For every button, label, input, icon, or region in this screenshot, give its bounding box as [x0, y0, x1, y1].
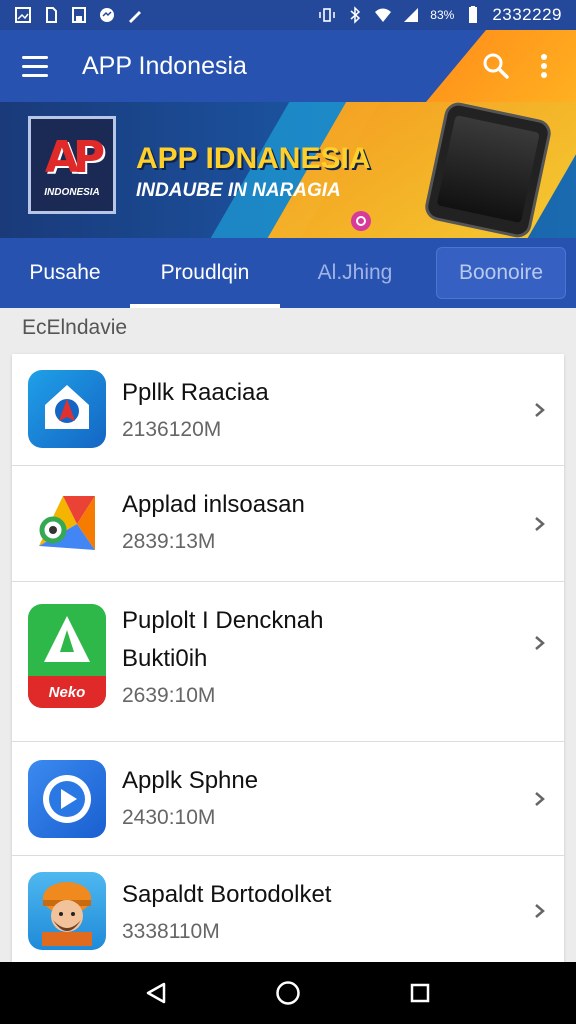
- hamburger-menu-button[interactable]: [0, 30, 70, 102]
- app-bar: APP Indonesia: [0, 30, 576, 102]
- section-title: EcElndavie: [22, 316, 128, 339]
- app-size: 3338110M: [122, 920, 220, 943]
- system-nav-bar: [0, 962, 576, 1024]
- app-name: Applk Sphne: [122, 767, 259, 794]
- list-item[interactable]: Neko Puplolt I Dencknah Bukti0ih 2639:10…: [12, 582, 564, 742]
- promo-banner[interactable]: AP INDONESIA APP IDNANESIA INDAUBE IN NA…: [0, 102, 576, 238]
- app-title: APP Indonesia: [82, 51, 247, 80]
- bluetooth-icon: [346, 6, 364, 24]
- item-text: Puplolt I Dencknah Bukti0ih 2639:10M: [122, 602, 323, 708]
- signal-pen-icon: [126, 6, 144, 24]
- battery-icon: [464, 6, 482, 24]
- list-item[interactable]: Sapaldt Bortodolket 3338110M: [12, 856, 564, 962]
- app-size: 2639:10M: [122, 684, 216, 707]
- status-clock: 2332229: [492, 5, 562, 24]
- status-right-icons: 83% 2332229: [318, 5, 562, 25]
- messenger-icon: [98, 6, 116, 24]
- tab-aljhing[interactable]: Al.Jhing: [280, 238, 430, 308]
- app-size: 2136120M: [122, 418, 222, 441]
- app-icon-raaciaa: [28, 370, 106, 448]
- search-icon: [483, 53, 509, 79]
- banner-logo: AP INDONESIA: [28, 116, 116, 214]
- cell-signal-icon: [402, 6, 420, 24]
- back-triangle-icon: [146, 982, 166, 1004]
- app-name: Puplolt I Dencknah: [122, 607, 324, 634]
- image-icon: [14, 6, 32, 24]
- tab-boonoire[interactable]: Boonoire: [436, 247, 566, 299]
- wifi-icon: [374, 6, 392, 24]
- list-item[interactable]: Applad inlsoasan 2839:13M: [12, 466, 564, 582]
- list-item[interactable]: Applk Sphne 2430:10M: [12, 742, 564, 856]
- chevron-right-icon: [535, 792, 545, 806]
- item-text: Applk Sphne 2430:10M: [122, 762, 258, 830]
- logo-mark: AP: [44, 132, 105, 183]
- banner-headline: APP IDNANESIA: [136, 142, 371, 175]
- app-name: Applad inlsoasan: [122, 491, 305, 518]
- chevron-right-icon: [535, 517, 545, 531]
- instagram-icon: [351, 211, 371, 231]
- chevron-right-icon: [535, 636, 545, 650]
- home-circle-icon: [276, 981, 300, 1005]
- app-icon-sphne: [28, 760, 106, 838]
- recents-square-icon: [410, 983, 430, 1003]
- sim-icon: [42, 6, 60, 24]
- nav-recents-button[interactable]: [400, 973, 440, 1013]
- status-left-icons: [14, 6, 144, 24]
- chevron-right-icon: [535, 904, 545, 918]
- save-icon: [70, 6, 88, 24]
- logo-text: INDONESIA: [44, 187, 100, 198]
- more-vert-icon: [541, 54, 547, 78]
- tab-bar: Pusahe Proudlqin Al.Jhing Boonoire: [0, 238, 576, 308]
- app-name: Ppllk Raaciaa: [122, 379, 269, 406]
- item-text: Sapaldt Bortodolket 3338110M: [122, 876, 331, 944]
- list-item[interactable]: Ppllk Raaciaa 2136120M: [12, 354, 564, 466]
- status-bar: 83% 2332229: [0, 0, 576, 30]
- item-text: Applad inlsoasan 2839:13M: [122, 486, 305, 554]
- app-size: 2430:10M: [122, 806, 216, 829]
- vibrate-icon: [318, 6, 336, 24]
- app-name: Sapaldt Bortodolket: [122, 881, 332, 908]
- app-icon-bortodolket: [28, 872, 106, 950]
- app-icon-label: Neko: [28, 676, 106, 708]
- app-icon-inlsoasan: [28, 485, 106, 563]
- tab-pusahe[interactable]: Pusahe: [0, 238, 130, 308]
- nav-home-button[interactable]: [268, 973, 308, 1013]
- chevron-right-icon: [535, 403, 545, 417]
- app-icon-dencknah: Neko: [28, 604, 106, 708]
- app-size: 2839:13M: [122, 530, 216, 553]
- tab-proudlqin[interactable]: Proudlqin: [130, 238, 280, 308]
- nav-back-button[interactable]: [136, 973, 176, 1013]
- hamburger-icon: [22, 53, 48, 80]
- app-name-line2: Bukti0ih: [122, 645, 208, 672]
- battery-percent: 83%: [430, 8, 455, 22]
- app-list: Ppllk Raaciaa 2136120M Applad inlsoasan …: [12, 354, 564, 962]
- search-button[interactable]: [472, 30, 520, 102]
- item-text: Ppllk Raaciaa 2136120M: [122, 374, 269, 442]
- more-options-button[interactable]: [520, 30, 568, 102]
- banner-subline: INDAUBE IN NARAGIA: [136, 180, 341, 201]
